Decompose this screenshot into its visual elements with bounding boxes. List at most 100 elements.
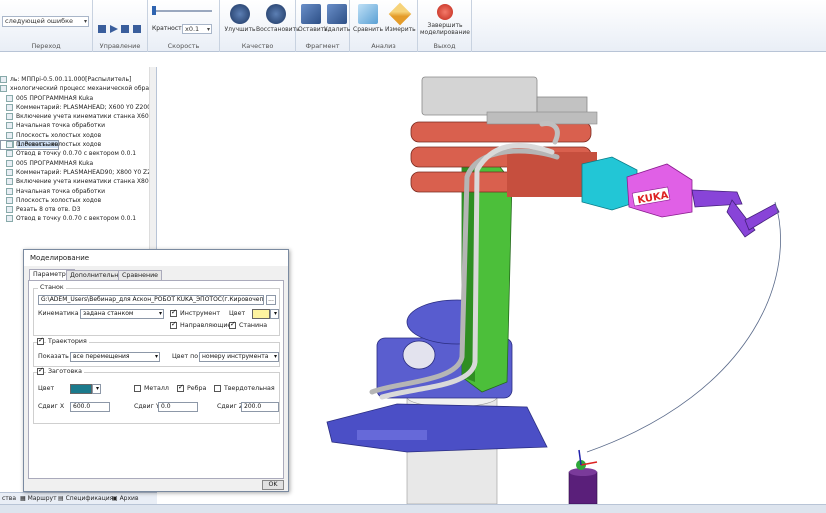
- tab-archive-label: Архив: [119, 495, 139, 502]
- error-search-combo[interactable]: следующей ошибке ▾: [2, 16, 89, 27]
- delete-button[interactable]: Удалить: [324, 4, 350, 33]
- tree-scrollbar[interactable]: [149, 67, 156, 252]
- workpiece-group-title: Заготовка: [46, 368, 84, 375]
- tree-item-label: Отвод в точку 0.0.70 с вектором 0.0.1: [16, 215, 137, 223]
- browse-button[interactable]: ...: [266, 295, 276, 305]
- kinematics-select[interactable]: задана станком ▾: [80, 309, 164, 319]
- machine-group-title: Станок: [38, 284, 66, 291]
- tab-properties[interactable]: ства: [0, 494, 18, 504]
- tree-item[interactable]: Отвод в точку 0.0.70 с вектором 0.0.1: [0, 149, 150, 158]
- edges-checkbox[interactable]: [177, 383, 184, 392]
- operation-icon: [6, 150, 13, 158]
- tree-item-label: 005 ПРОГРАММНАЯ Kuka: [16, 159, 94, 167]
- speed-slider-handle[interactable]: [152, 6, 156, 15]
- multiplicity-value: x0.1: [185, 25, 200, 33]
- leave-button[interactable]: Оставить: [298, 4, 328, 33]
- tree-item[interactable]: Плоскость холостых ходов: [0, 196, 150, 205]
- robot-motor-housing: [421, 76, 598, 125]
- power-icon: [437, 4, 453, 20]
- multiplicity-combo[interactable]: x0.1 ▾: [182, 24, 212, 34]
- tree-item-label: Плоскость холостых ходов: [16, 196, 102, 204]
- tool-color-swatch[interactable]: [252, 309, 270, 319]
- group-label-control: Управление: [99, 42, 141, 50]
- chevron-down-icon: ▾: [273, 310, 277, 317]
- skip-forward-icon[interactable]: [133, 25, 141, 33]
- tree-item[interactable]: Отвод в точку 0.0.70 с вектором 0.0.1: [0, 214, 150, 223]
- tree-item-label: Плоскость холостых ходов: [16, 141, 102, 149]
- tree-item[interactable]: 005 ПРОГРАММНАЯ Kuka: [0, 159, 150, 168]
- tree-item[interactable]: Начальная точка обработки: [0, 121, 150, 130]
- delete-icon: [326, 4, 347, 24]
- metal-checkbox[interactable]: [134, 385, 141, 392]
- color-by-select[interactable]: номеру инструмента ▾: [199, 352, 279, 362]
- tab-archive[interactable]: ▣ Архив: [110, 494, 140, 504]
- ribbon: следующей ошибке ▾ Переход Управление Кр…: [0, 0, 826, 52]
- tree-item-label: Комментарий: PLASMAHEAD; X600 Y0 Z200: [16, 103, 150, 111]
- trajectory-checkbox[interactable]: [37, 336, 44, 345]
- tab-route[interactable]: ▦ Маршрут: [18, 494, 59, 504]
- process-tree: ль: МППрi-0.5.00.11.000[Распылитель] хнол…: [0, 75, 150, 224]
- chevron-down-icon: ▾: [158, 310, 162, 317]
- tab-specification-label: Спецификация: [65, 495, 114, 502]
- operation-icon: [6, 122, 13, 130]
- stop-icon[interactable]: [121, 25, 129, 33]
- shift-y-input[interactable]: 0.0: [158, 402, 198, 412]
- improve-button-label: Улучшить: [224, 26, 256, 33]
- workpiece-color-swatch[interactable]: [70, 384, 92, 394]
- shift-x-input[interactable]: 600.0: [70, 402, 110, 412]
- tab-specification[interactable]: ▤ Спецификация: [56, 494, 115, 504]
- finish-simulation-button[interactable]: Завершить моделирование: [420, 4, 470, 36]
- shift-y-label: Сдвиг Y: [134, 403, 160, 410]
- group-quality: Улучшить Восстановить Качество: [220, 0, 300, 52]
- show-label: Показать: [38, 353, 69, 360]
- restore-button[interactable]: Восстановить: [256, 4, 300, 33]
- group-label-speed: Скорость: [167, 42, 200, 50]
- shift-z-input[interactable]: 200.0: [241, 402, 279, 412]
- compare-button-label: Сравнить: [353, 26, 384, 33]
- tree-item[interactable]: ль: МППрi-0.5.00.11.000[Распылитель]: [0, 75, 150, 84]
- tree-item[interactable]: Плоскость холостых ходов: [0, 131, 150, 140]
- workpiece[interactable]: [568, 449, 598, 504]
- tree-item[interactable]: Плоскость холостых ходов: [0, 140, 150, 149]
- improve-button[interactable]: Улучшить: [223, 4, 257, 33]
- tool-checkbox[interactable]: [170, 308, 177, 317]
- tree-item[interactable]: Комментарий: PLASMAHEAD90; X800 Y0 Z200: [0, 168, 150, 177]
- show-select[interactable]: все перемещения ▾: [70, 352, 160, 362]
- show-value: все перемещения: [73, 353, 130, 360]
- tree-item-label: Начальная точка обработки: [16, 122, 106, 130]
- workpiece-color-dropdown[interactable]: ▾: [92, 384, 101, 394]
- guides-checkbox[interactable]: [170, 320, 177, 329]
- tree-item[interactable]: Включение учета кинематики станка X600 Y…: [0, 112, 150, 121]
- measure-button[interactable]: Измерить: [385, 2, 416, 33]
- play-icon[interactable]: [110, 25, 118, 33]
- operation-icon: [6, 187, 13, 195]
- tree-item[interactable]: 005 ПРОГРАММНАЯ Kuka: [0, 94, 150, 103]
- operation-icon: [6, 113, 13, 121]
- tool-color-label: Цвет: [229, 310, 246, 317]
- tree-item[interactable]: Комментарий: PLASMAHEAD; X600 Y0 Z200: [0, 103, 150, 112]
- speed-slider-track[interactable]: [152, 10, 212, 12]
- group-label-exit: Выход: [433, 42, 456, 50]
- tree-item-label: Плоскость холостых ходов: [16, 131, 102, 139]
- workpiece-checkbox[interactable]: [37, 366, 44, 375]
- solid-checkbox[interactable]: [214, 385, 221, 392]
- machine-path-field[interactable]: G:\ADEM_Users\Вебинар_для Аскон_РОБОТ KU…: [38, 295, 264, 305]
- operation-icon: [0, 85, 7, 93]
- group-fragment: Оставить Удалить Фрагмент: [296, 0, 350, 52]
- compare-button[interactable]: Сравнить: [353, 4, 383, 33]
- tree-item[interactable]: хнологический процесс механической обраб…: [0, 84, 150, 93]
- trajectory-group: Траектория Показать все перемещения ▾ Цв…: [33, 336, 280, 367]
- shift-z-label: Сдвиг Z: [217, 403, 244, 410]
- operation-icon: [6, 206, 13, 214]
- tree-item[interactable]: Резать 8 отв отв. D3: [0, 205, 150, 214]
- bed-checkbox[interactable]: [229, 320, 236, 329]
- skip-back-icon[interactable]: [98, 25, 106, 33]
- tool-color-dropdown[interactable]: ▾: [270, 309, 279, 319]
- tree-item[interactable]: Начальная точка обработки: [0, 187, 150, 196]
- tab-comparison[interactable]: Сравнение: [118, 270, 163, 280]
- chevron-down-icon: ▾: [83, 18, 87, 25]
- tree-item[interactable]: Включение учета кинематики станка X800 Y…: [0, 177, 150, 186]
- color-by-value: номеру инструмента: [202, 353, 269, 360]
- operation-icon: [6, 141, 13, 149]
- ok-button[interactable]: OK: [262, 480, 284, 490]
